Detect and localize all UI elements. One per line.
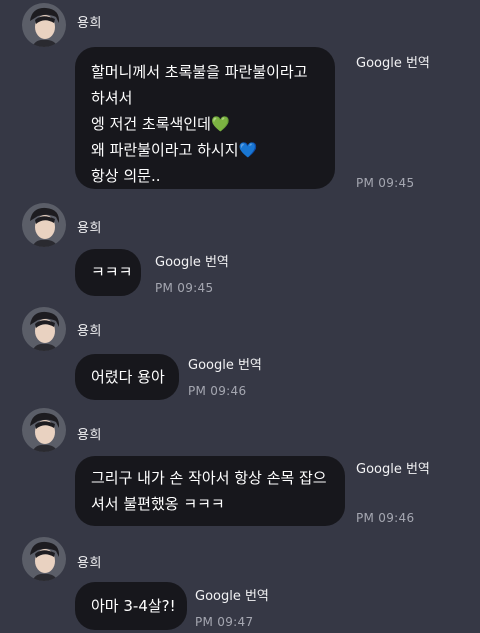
sender-name: 용희 [77, 221, 102, 236]
message-text: 항상 의문.. [91, 167, 161, 185]
avatar[interactable] [22, 537, 66, 581]
google-translate-button[interactable]: Google 번역 [195, 585, 269, 604]
avatar[interactable] [22, 3, 66, 47]
message-timestamp: PM 09:47 [195, 615, 254, 629]
message-text: 아마 3-4살?! [91, 597, 176, 615]
google-translate-button[interactable]: Google 번역 [356, 458, 430, 477]
google-translate-button[interactable]: Google 번역 [155, 251, 229, 270]
google-translate-button[interactable]: Google 번역 [188, 354, 262, 373]
green-heart-icon: 💚 [210, 115, 230, 133]
message-text-line: 왜 파란불이라고 하시지💙 [91, 141, 258, 159]
message-bubble[interactable]: 할머니께서 초록불을 파란불이라고 하셔서 엥 저건 초록색인데💚 왜 파란불이… [75, 47, 335, 189]
sender-name: 용희 [77, 428, 102, 443]
message-text-line: 엥 저건 초록색인데💚 [91, 115, 230, 133]
avatar[interactable] [22, 203, 66, 247]
message-text: 어렸다 용아 [91, 368, 165, 386]
avatar[interactable] [22, 408, 66, 452]
message-bubble[interactable]: 그리구 내가 손 작아서 항상 손목 잡으 셔서 불편했옹 ㅋㅋㅋ [75, 456, 345, 526]
message-bubble[interactable]: 어렸다 용아 [75, 354, 179, 400]
google-translate-button[interactable]: Google 번역 [356, 52, 430, 71]
message-text: ㅋㅋㅋ [91, 263, 133, 281]
message-timestamp: PM 09:45 [155, 281, 214, 295]
message-text: 그리구 내가 손 작아서 항상 손목 잡으 [91, 469, 327, 487]
avatar[interactable] [22, 307, 66, 351]
sender-name: 용희 [77, 556, 102, 571]
sender-name: 용희 [77, 324, 102, 339]
blue-heart-icon: 💙 [238, 141, 258, 159]
message-timestamp: PM 09:46 [356, 511, 415, 525]
sender-name: 용희 [77, 16, 102, 31]
message-text: 할머니께서 초록불을 파란불이라고 [91, 63, 308, 81]
message-text: 하셔서 [91, 89, 133, 107]
message-text: 셔서 불편했옹 ㅋㅋㅋ [91, 495, 225, 513]
message-bubble[interactable]: 아마 3-4살?! [75, 582, 187, 630]
message-timestamp: PM 09:45 [356, 176, 415, 190]
message-bubble[interactable]: ㅋㅋㅋ [75, 249, 141, 296]
message-timestamp: PM 09:46 [188, 384, 247, 398]
